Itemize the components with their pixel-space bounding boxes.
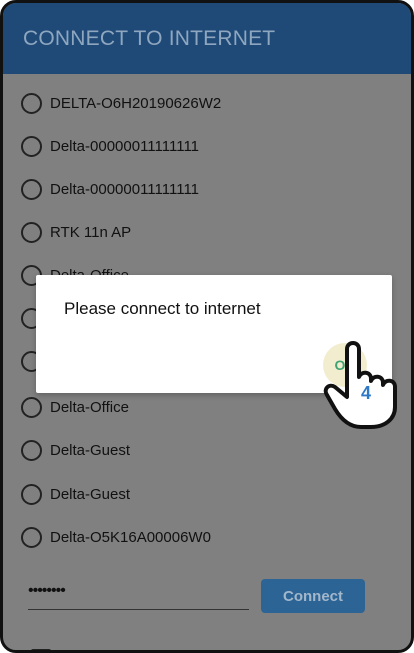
wifi-network-item[interactable]: Delta-Guest: [21, 480, 130, 508]
wifi-network-label: Delta-Office: [50, 398, 129, 416]
radio-button[interactable]: [21, 439, 42, 461]
wifi-network-label: RTK 11n AP: [50, 223, 132, 241]
app-header: CONNECT TO INTERNET: [3, 3, 411, 74]
wifi-network-label: Delta-Guest: [50, 485, 131, 503]
dialog-message: Please connect to internet: [64, 299, 261, 318]
wifi-network-item[interactable]: Delta-00000011111111: [21, 175, 199, 203]
wifi-network-item[interactable]: Delta-O5K16A00006W0: [21, 523, 211, 551]
radio-button[interactable]: [21, 396, 42, 418]
radio-button[interactable]: [21, 483, 42, 505]
wifi-network-item[interactable]: Delta-00000011111111: [21, 132, 199, 160]
password-input[interactable]: ••••••••: [28, 580, 249, 610]
radio-button[interactable]: [21, 135, 42, 157]
checkbox-row[interactable]: [31, 649, 51, 650]
wifi-network-label: Delta-00000011111111: [50, 137, 200, 155]
wifi-network-label: Delta-00000011111111: [50, 180, 200, 198]
phone-frame: CONNECT TO INTERNET DELTA-O6H20190626W2 …: [0, 0, 414, 653]
wifi-network-label: Delta-O5K16A00006W0: [50, 528, 211, 546]
radio-button[interactable]: [21, 178, 42, 200]
wifi-network-item[interactable]: Delta-Office: [21, 393, 129, 421]
wifi-network-item[interactable]: DELTA-O6H20190626W2: [21, 89, 221, 117]
radio-button[interactable]: [21, 221, 42, 243]
page-title: CONNECT TO INTERNET: [23, 27, 276, 50]
radio-button[interactable]: [21, 92, 42, 114]
connect-button[interactable]: Connect: [261, 579, 365, 613]
checkbox[interactable]: [31, 649, 51, 650]
wifi-network-item[interactable]: Delta-Guest: [21, 436, 130, 464]
wifi-network-item[interactable]: RTK 11n AP: [21, 218, 131, 246]
wifi-network-label: Delta-Guest: [50, 441, 131, 459]
radio-button[interactable]: [21, 526, 42, 548]
wifi-network-label: DELTA-O6H20190626W2: [50, 94, 222, 112]
step-number: 4: [361, 383, 372, 403]
